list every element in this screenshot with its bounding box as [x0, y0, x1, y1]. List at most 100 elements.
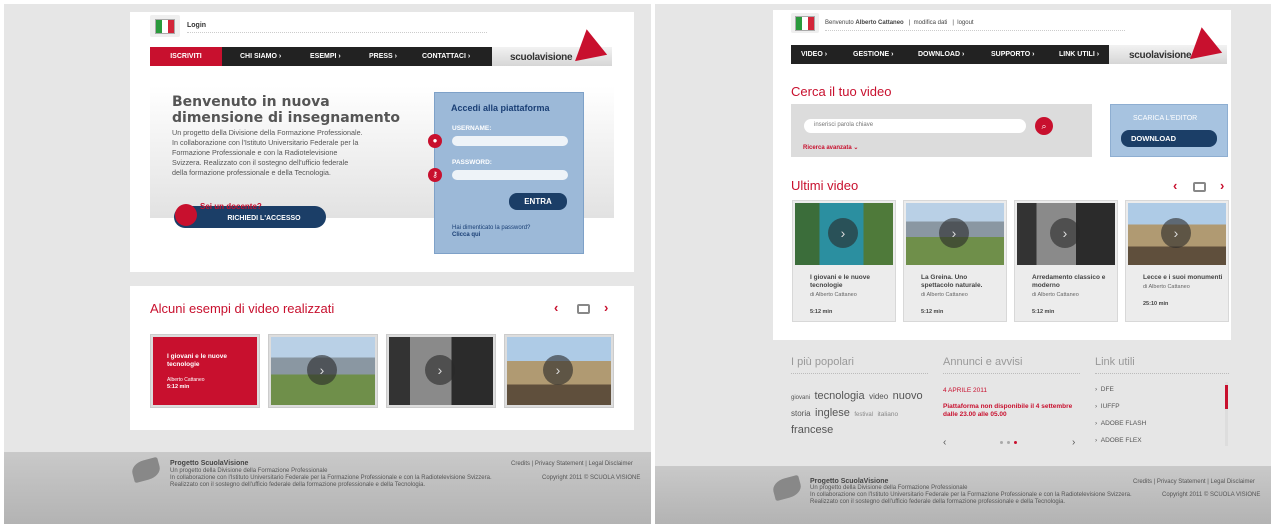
- video-title: La Greina. Uno spettacolo naturale.: [921, 274, 983, 289]
- next-arrow-icon[interactable]: ›: [1220, 178, 1224, 193]
- hero-title-1: Benvenuto in nuova: [172, 94, 330, 110]
- access-arrow-icon: [175, 204, 197, 226]
- footer-copyright: Copyright 2011 © SCUOLA VISIONE: [1162, 492, 1261, 498]
- next-arrow-icon[interactable]: ›: [604, 300, 608, 315]
- scuolavisione-logo[interactable]: scuolavisione: [1109, 27, 1228, 69]
- prev-arrow-icon[interactable]: ‹: [554, 300, 558, 315]
- example-thumb-1[interactable]: I giovani e le nuove tecnologie Alberto C…: [150, 334, 260, 408]
- editor-download-box: SCARICA L'EDITOR DOWNLOAD: [1110, 104, 1228, 157]
- video-duration: 5:12 min: [810, 309, 833, 315]
- nav-iscriviti[interactable]: ISCRIVITI: [150, 47, 222, 66]
- video-card-1[interactable]: › I giovani e le nuove tecnologie di Albe…: [792, 200, 896, 322]
- advanced-search-link[interactable]: Ricerca avanzata ⌄: [803, 144, 858, 151]
- hero-title-2: dimensione di insegnamento: [172, 110, 401, 126]
- forgot-password-link[interactable]: Hai dimenticato la password?: [452, 225, 530, 231]
- left-screenshot: Login ISCRIVITI CHI SIAMO › ESEMPI › PRE…: [4, 4, 651, 524]
- video-title: Arredamento classico e moderno: [1032, 274, 1106, 289]
- prev-arrow-icon[interactable]: ‹: [1173, 178, 1177, 193]
- main-nav: VIDEO › GESTIONE › DOWNLOAD › SUPPORTO ›…: [791, 45, 1109, 64]
- divider: [187, 32, 487, 33]
- user-bar: Benvenuto Alberto Cattaneo | modifica da…: [825, 20, 974, 26]
- scuolavisione-logo[interactable]: scuolavisione: [492, 29, 613, 71]
- nav-video[interactable]: VIDEO ›: [801, 51, 827, 58]
- login-panel: Accedi alla piattaforma USERNAME: PASSWO…: [434, 92, 584, 254]
- search-input[interactable]: inserisci parola chiave: [804, 119, 1026, 133]
- example-author: Alberto Cattaneo: [167, 377, 205, 383]
- nav-chi-siamo[interactable]: CHI SIAMO ›: [240, 53, 281, 60]
- teacher-question: Sei un docente?: [200, 202, 262, 211]
- scrollbar-thumb[interactable]: [1225, 385, 1228, 409]
- pager-dot[interactable]: [1000, 441, 1003, 444]
- logo-text: scuolavisione: [1129, 50, 1192, 61]
- video-author: di Alberto Cattaneo: [921, 292, 968, 298]
- video-duration: 5:12 min: [1032, 309, 1055, 315]
- video-author: di Alberto Cattaneo: [810, 292, 857, 298]
- play-icon: ›: [1050, 218, 1080, 248]
- video-card-2[interactable]: › La Greina. Uno spettacolo naturale. di …: [903, 200, 1007, 322]
- user-name: Alberto Cattaneo: [855, 20, 904, 26]
- video-title: I giovani e le nuove tecnologie: [810, 274, 870, 289]
- logo-text: scuolavisione: [510, 52, 573, 63]
- italy-flag-icon: [795, 16, 815, 31]
- popular-title: I più popolari: [791, 356, 854, 368]
- video-card-4[interactable]: › Lecce e i suoi monumenti di Alberto Ca…: [1125, 200, 1229, 322]
- play-icon: ›: [939, 218, 969, 248]
- logout-link[interactable]: logout: [957, 20, 973, 26]
- links-title: Link utili: [1095, 356, 1135, 368]
- divider: [825, 30, 1125, 31]
- tag-cloud: giovani tecnologia video nuovo storia in…: [791, 390, 923, 436]
- right-screenshot: Benvenuto Alberto Cattaneo | modifica da…: [655, 4, 1271, 524]
- video-title: Lecce e i suoi monumenti: [1143, 274, 1223, 281]
- news-prev-icon[interactable]: ‹: [943, 437, 946, 448]
- nav-esempi[interactable]: ESEMPI ›: [310, 53, 341, 60]
- play-icon: ›: [425, 355, 455, 385]
- pager-dot[interactable]: [1007, 441, 1010, 444]
- video-card-3[interactable]: › Arredamento classico e moderno di Alber…: [1014, 200, 1118, 322]
- language-selector[interactable]: [150, 15, 180, 37]
- click-here-link[interactable]: Clicca qui: [452, 232, 480, 238]
- enter-button[interactable]: ENTRA: [509, 193, 567, 210]
- news-next-icon[interactable]: ›: [1072, 437, 1075, 448]
- italy-flag-icon: [155, 19, 175, 34]
- nav-gestione[interactable]: GESTIONE ›: [853, 51, 893, 58]
- search-icon[interactable]: ⌕: [1035, 117, 1053, 135]
- nav-link-utili[interactable]: LINK UTILI ›: [1059, 51, 1099, 58]
- nav-supporto[interactable]: SUPPORTO ›: [991, 51, 1034, 58]
- pager-dot-active[interactable]: [1014, 441, 1017, 444]
- username-field[interactable]: [452, 136, 568, 146]
- download-button[interactable]: DOWNLOAD: [1121, 130, 1217, 147]
- footer-text: Un progetto della Divisione della Formaz…: [810, 485, 1132, 505]
- username-label: USERNAME:: [452, 125, 492, 132]
- example-thumb-4[interactable]: ›: [504, 334, 614, 408]
- key-icon: ⚷: [428, 168, 442, 182]
- nav-download[interactable]: DOWNLOAD ›: [918, 51, 964, 58]
- edit-profile-link[interactable]: modifica dati: [914, 20, 948, 26]
- nav-contattaci[interactable]: CONTATTACI ›: [422, 53, 470, 60]
- link-dfe[interactable]: › DFE: [1095, 386, 1114, 393]
- footer-copyright: Copyright 2011 © SCUOLA VISIONE: [542, 475, 641, 481]
- play-icon: ›: [1161, 218, 1191, 248]
- link-adobe-flex[interactable]: › ADOBE FLEX: [1095, 437, 1142, 444]
- nav-press[interactable]: PRESS ›: [369, 53, 397, 60]
- main-nav: ISCRIVITI CHI SIAMO › ESEMPI › PRESS › C…: [150, 47, 492, 66]
- examples-title: Alcuni esempi di video realizzati: [150, 301, 335, 316]
- example-thumb-3[interactable]: ›: [386, 334, 496, 408]
- tv-icon[interactable]: [577, 304, 590, 314]
- news-title: Annunci e avvisi: [943, 356, 1023, 368]
- example-thumb-2[interactable]: ›: [268, 334, 378, 408]
- link-iuffp[interactable]: › IUFFP: [1095, 403, 1120, 410]
- login-link[interactable]: Login: [187, 22, 206, 29]
- footer-text: Un progetto della Divisione della Formaz…: [170, 468, 492, 488]
- password-field[interactable]: [452, 170, 568, 180]
- link-adobe-flash[interactable]: › ADOBE FLASH: [1095, 420, 1146, 427]
- language-selector[interactable]: [791, 13, 819, 33]
- example-duration: 5:12 min: [167, 384, 190, 390]
- video-author: di Alberto Cattaneo: [1032, 292, 1079, 298]
- hero-description: Un progetto della Divisione della Formaz…: [172, 128, 363, 177]
- footer-links[interactable]: Credits | Privacy Statement | Legal Disc…: [1133, 479, 1255, 485]
- footer-title: Progetto ScuolaVisione: [810, 478, 889, 485]
- tv-icon[interactable]: [1193, 182, 1206, 192]
- news-text: Piattaforma non disponibile il 4 settemb…: [943, 403, 1073, 418]
- footer-links[interactable]: Credits | Privacy Statement | Legal Disc…: [511, 461, 633, 467]
- user-icon: ●: [428, 134, 442, 148]
